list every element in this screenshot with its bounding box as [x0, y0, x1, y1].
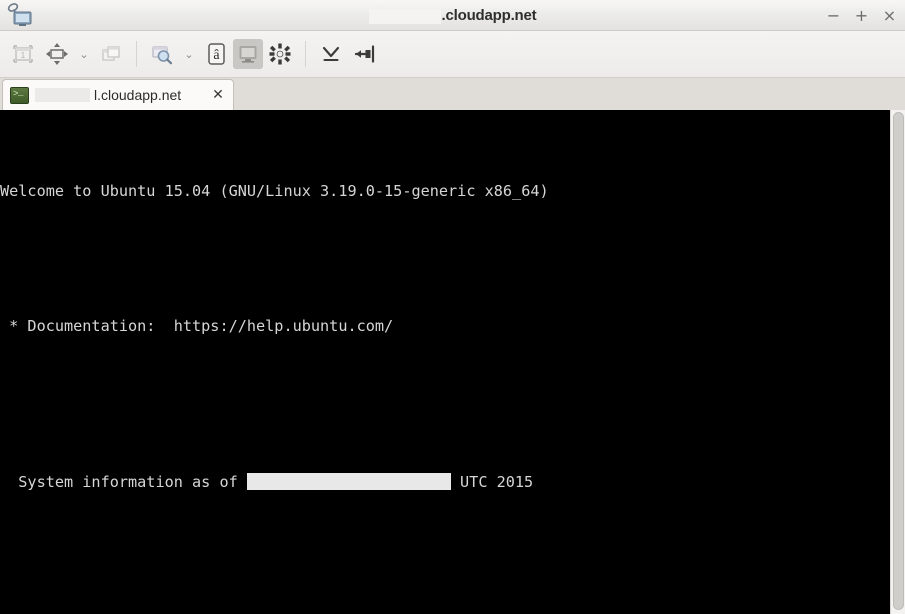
close-button[interactable]: ×: [882, 7, 897, 24]
tab-close-icon[interactable]: ✕: [211, 87, 225, 103]
terminal-area: Welcome to Ubuntu 15.04 (GNU/Linux 3.19.…: [0, 110, 905, 614]
scale-fit-icon[interactable]: [40, 36, 74, 72]
connection-tabbar: l.cloudapp.net ✕: [0, 78, 905, 110]
separator-1: [136, 41, 137, 67]
disconnect-icon[interactable]: [348, 36, 382, 72]
keyboard-grab-icon[interactable]: â: [199, 36, 233, 72]
screenshot-dropdown-caret[interactable]: ⌄: [179, 36, 199, 72]
terminal-line: Welcome to Ubuntu 15.04 (GNU/Linux 3.19.…: [0, 182, 549, 201]
tab-label: l.cloudapp.net: [94, 87, 182, 103]
terminal-output[interactable]: Welcome to Ubuntu 15.04 (GNU/Linux 3.19.…: [0, 110, 890, 614]
redacted-datetime-block: [246, 473, 451, 491]
terminal-icon: [10, 86, 29, 104]
preferences-gear-icon[interactable]: [263, 36, 297, 72]
remote-desktop-icon: [4, 2, 34, 28]
window-title: .cloudapp.net: [0, 0, 905, 31]
terminal-scrollbar[interactable]: [890, 110, 905, 614]
duplicate-window-icon[interactable]: [94, 36, 128, 72]
svg-text:â: â: [213, 48, 220, 63]
separator-2: [305, 41, 306, 67]
svg-text:1: 1: [21, 51, 26, 60]
terminal-line: * Documentation: https://help.ubuntu.com…: [0, 316, 394, 335]
system-info-prefix: System information as of: [0, 473, 247, 492]
screenshot-icon[interactable]: [145, 36, 179, 72]
resize-window-icon[interactable]: 1: [6, 36, 40, 72]
terminal-line-system-info: System information as of UTC 2015: [0, 471, 890, 493]
maximize-button[interactable]: +: [854, 7, 869, 24]
fullscreen-monitor-icon[interactable]: [233, 39, 263, 69]
remmina-window: .cloudapp.net − + × 1 ⌄ ⌄ â > _ l.clouda…: [0, 0, 905, 614]
scale-dropdown-caret[interactable]: ⌄: [74, 36, 94, 72]
window-title-text: .cloudapp.net: [441, 7, 537, 24]
title-redacted-block: [368, 8, 441, 24]
minimize-button[interactable]: −: [826, 7, 841, 24]
connection-toolbar: 1 ⌄ ⌄ â: [0, 31, 905, 78]
minimize-window-icon[interactable]: [314, 36, 348, 72]
tab-cloudapp-session[interactable]: l.cloudapp.net ✕: [2, 79, 234, 110]
system-info-suffix: UTC 2015: [450, 473, 534, 492]
window-controls: − + ×: [826, 0, 897, 31]
tab-redacted-block: [35, 88, 90, 102]
window-titlebar: .cloudapp.net − + ×: [0, 0, 905, 31]
scrollbar-thumb[interactable]: [893, 112, 904, 610]
